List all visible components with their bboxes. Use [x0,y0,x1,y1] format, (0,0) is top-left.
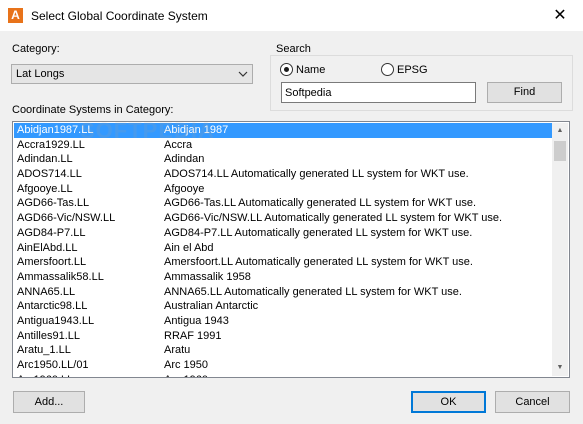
list-item[interactable]: Antarctic98.LL Australian Antarctic [14,299,553,314]
list-item-code: AinElAbd.LL [17,241,78,254]
category-dropdown[interactable]: Lat Longs [11,64,253,84]
category-label: Category: [12,43,60,55]
list-item[interactable]: AGD66-Tas.LL AGD66-Tas.LL Automatically g… [14,196,553,211]
list-item-description: ADOS714.LL Automatically generated LL sy… [164,168,469,181]
list-item-code: Ammassalik58.LL [17,270,104,283]
window-title: Select Global Coordinate System [31,9,208,23]
find-button[interactable]: Find [487,82,562,103]
list-item[interactable]: Arc1960.LL Arc 1960 [14,373,553,377]
vertical-scrollbar[interactable]: ▲ ▼ [552,123,568,376]
list-item-description: Australian Antarctic [164,300,259,313]
epsg-radio[interactable] [381,63,394,76]
autocad-icon: A [8,8,23,23]
list-item-code: Abidjan1987.LL [17,124,94,136]
list-item[interactable]: ANNA65.LL ANNA65.LL Automatically generat… [14,285,553,300]
list-item-description: Accra [164,138,193,151]
search-field-box[interactable] [281,82,476,103]
list-item-description: RRAF 1991 [164,329,222,342]
list-item-code: Arc1950.LL/01 [17,359,89,371]
list-item[interactable]: Arc1950.LL/01 Arc 1950 [14,358,553,373]
list-item-code: Antilles91.LL [17,329,80,342]
list-item-description: Amersfoort.LL Automatically generated LL… [164,256,473,269]
list-item[interactable]: Accra1929.LL Accra [14,138,553,153]
name-radio[interactable] [280,63,293,76]
list-item-code: ADOS714.LL [17,168,82,181]
list-item-code: Amersfoort.LL [17,256,87,269]
list-item[interactable]: Abidjan1987.LL Abidjan 1987 [14,123,553,138]
list-item[interactable]: ADOS714.LL ADOS714.LL Automatically gener… [14,167,553,182]
category-selected-value: Lat Longs [16,68,65,80]
list-item[interactable]: Afgooye.LL Afgooye [14,182,553,197]
list-item-description: AGD66-Tas.LL Automatically generated LL … [164,197,477,210]
scroll-thumb[interactable] [554,141,566,161]
list-item-description: Afgooye [164,182,205,195]
list-item-description: Abidjan 1987 [164,124,229,136]
chevron-down-icon [238,71,248,77]
list-item[interactable]: AGD84-P7.LL AGD84-P7.LL Automatically gen… [14,226,553,241]
cancel-button[interactable]: Cancel [495,391,570,413]
list-item-description: ANNA65.LL Automatically generated LL sys… [164,285,462,298]
scroll-down-icon[interactable]: ▼ [552,360,568,376]
list-item[interactable]: AinElAbd.LL Ain el Abd [14,241,553,256]
title-bar: A Select Global Coordinate System ✕ [0,0,583,31]
coordinate-systems-list[interactable]: Abidjan1987.LL Abidjan 1987 Accra1929.LL Ac… [12,121,570,378]
list-label: Coordinate Systems in Category: [12,104,174,116]
search-group-label: Search [274,43,313,55]
list-item-code: AGD84-P7.LL [17,226,86,239]
list-item-description: AGD84-P7.LL Automatically generated LL s… [164,226,473,239]
list-item-code: AGD66-Tas.LL [17,197,90,210]
list-item-description: Arc 1950 [164,359,209,371]
list-item[interactable]: Antilles91.LL RRAF 1991 [14,329,553,344]
list-item[interactable]: Amersfoort.LL Amersfoort.LL Automatically… [14,255,553,270]
list-item-description: AGD66-Vic/NSW.LL Automatically generated… [164,212,503,225]
list-item-code: Adindan.LL [17,153,73,166]
list-item[interactable]: Adindan.LL Adindan [14,152,553,167]
search-input[interactable] [285,85,470,100]
list-item-description: Arc 1960 [164,374,208,377]
list-item[interactable]: Ammassalik58.LL Ammassalik 1958 [14,270,553,285]
list-item-code: Antigua1943.LL [17,314,95,327]
list-item-code: Aratu_1.LL [17,344,71,357]
list-item[interactable]: Aratu_1.LL Aratu [14,343,553,358]
list-rows: Abidjan1987.LL Abidjan 1987 Accra1929.LL Ac… [14,123,553,377]
scroll-up-icon[interactable]: ▲ [552,123,568,139]
list-item-code: AGD66-Vic/NSW.LL [17,212,116,225]
name-radio-label[interactable]: Name [296,64,325,76]
list-item-description: Ammassalik 1958 [164,270,251,283]
epsg-radio-label[interactable]: EPSG [397,64,428,76]
list-item-code: Accra1929.LL [17,138,85,151]
list-item-code: Afgooye.LL [17,182,73,195]
list-item-description: Adindan [164,153,205,166]
list-item-description: Aratu [164,344,191,357]
list-item-code: Antarctic98.LL [17,300,88,313]
list-item-description: Ain el Abd [164,241,214,254]
list-item[interactable]: AGD66-Vic/NSW.LL AGD66-Vic/NSW.LL Automat… [14,211,553,226]
add-button[interactable]: Add... [13,391,85,413]
list-item-code: ANNA65.LL [17,285,76,298]
list-item-code: Arc1960.LL [17,374,73,377]
close-button[interactable]: ✕ [537,0,583,31]
list-item[interactable]: Antigua1943.LL Antigua 1943 [14,314,553,329]
ok-button[interactable]: OK [411,391,486,413]
list-item-description: Antigua 1943 [164,314,229,327]
